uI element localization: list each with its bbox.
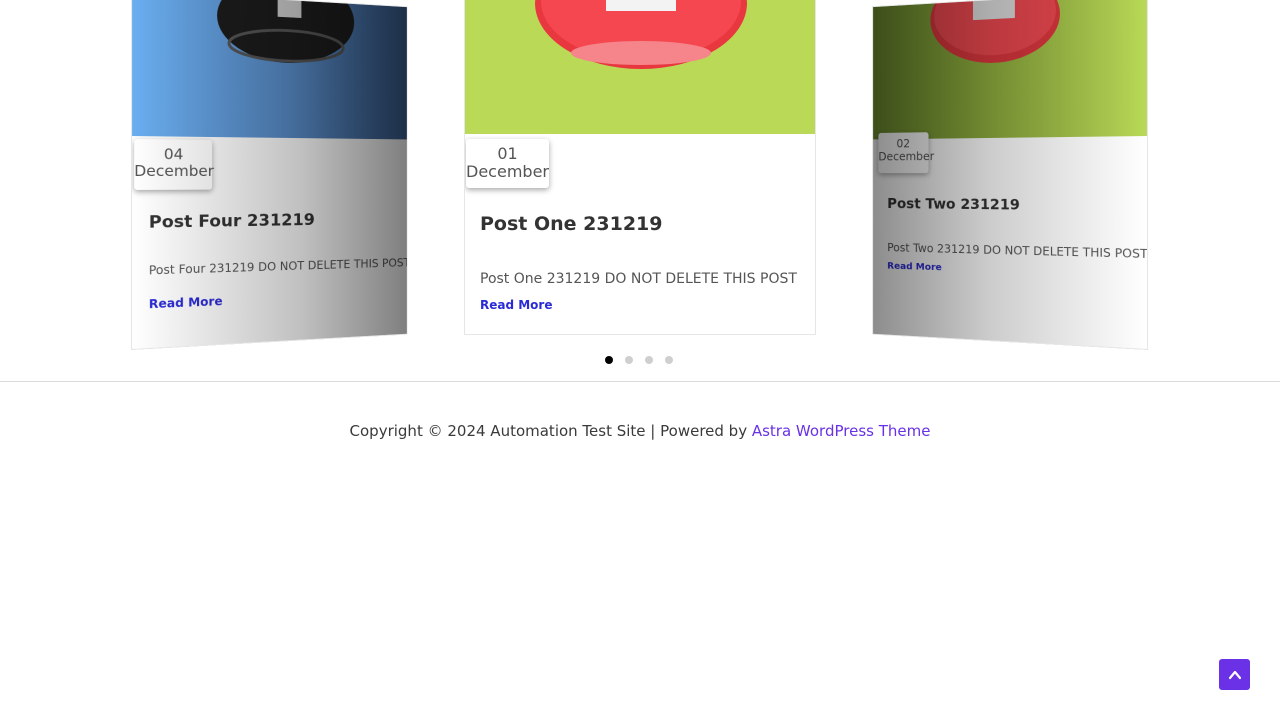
post-date: 01 December — [466, 139, 549, 188]
pagination-dot-1[interactable] — [605, 356, 613, 364]
post-title[interactable]: Post Two 231219 — [887, 195, 1020, 213]
astra-theme-link[interactable]: Astra WordPress Theme — [752, 422, 931, 440]
post-title[interactable]: Post Four 231219 — [149, 211, 315, 233]
post-card-post-one[interactable]: 01 December Post One 231219 Post One 231… — [464, 0, 816, 335]
post-thumbnail[interactable] — [873, 0, 1147, 140]
pagination-dot-3[interactable] — [645, 356, 653, 364]
post-thumbnail[interactable] — [465, 0, 815, 134]
read-more-link[interactable]: Read More — [887, 261, 942, 273]
post-excerpt: Post Four 231219 DO NOT DELETE THIS POST — [148, 256, 408, 278]
site-footer: Copyright © 2024 Automation Test Site | … — [0, 422, 1280, 440]
pagination-dot-2[interactable] — [625, 356, 633, 364]
post-date: 04 December — [134, 139, 214, 190]
post-excerpt: Post One 231219 DO NOT DELETE THIS POST — [480, 271, 797, 287]
post-card-post-two[interactable]: 02 December Post Two 231219 Post Two 231… — [872, 0, 1148, 350]
carousel-pagination — [605, 356, 673, 364]
copyright-text: Copyright © 2024 Automation Test Site | … — [349, 422, 752, 440]
chevron-up-icon — [1228, 670, 1241, 679]
scroll-to-top-button[interactable] — [1219, 659, 1250, 690]
post-title[interactable]: Post One 231219 — [480, 213, 663, 235]
post-thumbnail[interactable] — [132, 0, 407, 140]
post-date-day: 04 — [163, 145, 184, 164]
post-date: 02 December — [878, 132, 935, 174]
black-circle-icon — [217, 0, 355, 139]
post-excerpt: Post Two 231219 DO NOT DELETE THIS POST — [887, 241, 1148, 261]
pagination-dot-4[interactable] — [665, 356, 673, 364]
post-date-month: December — [878, 149, 935, 163]
red-circle-icon — [930, 0, 1060, 66]
read-more-link[interactable]: Read More — [480, 298, 553, 312]
post-date-month: December — [466, 162, 549, 182]
footer-divider — [0, 381, 1280, 382]
post-date-day: 01 — [497, 144, 518, 163]
posts-carousel: 04 December Post Four 231219 Post Four 2… — [0, 0, 1280, 350]
post-card-post-four[interactable]: 04 December Post Four 231219 Post Four 2… — [131, 0, 408, 350]
read-more-link[interactable]: Read More — [149, 294, 223, 311]
post-date-month: December — [134, 162, 214, 181]
red-circle-icon — [535, 0, 747, 69]
